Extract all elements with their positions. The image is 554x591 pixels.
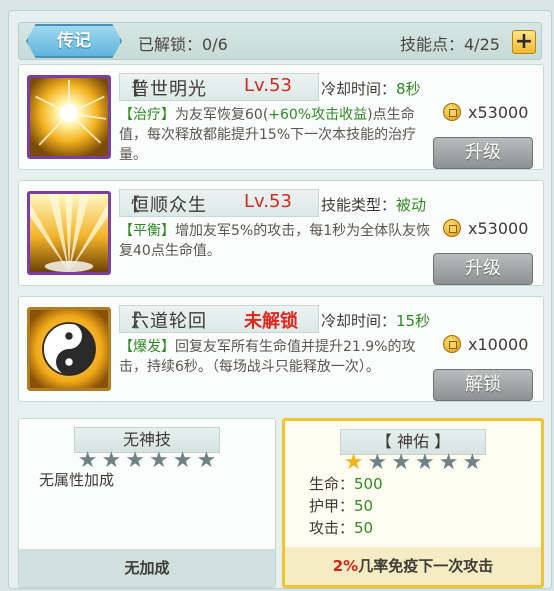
unlock-button[interactable]: 解锁 — [433, 369, 533, 401]
star-icon: ★ — [196, 448, 217, 473]
star-icon: ★ — [172, 448, 193, 473]
skill-type: 技能类型：被动 — [321, 196, 427, 214]
radiant-light-icon — [27, 75, 111, 159]
gold-coin-icon — [443, 335, 461, 353]
skill-card-2[interactable]: 【 恒顺众生 Lv.53 技能类型：被动 【平衡】增加友军5%的攻击，每1秒为全… — [18, 180, 544, 286]
star-rating: ★ ★ ★ ★ ★ ★ — [344, 451, 482, 475]
gold-coin-icon — [443, 103, 461, 121]
skill-name: 普世明光 — [131, 79, 207, 100]
star-icon: ★ — [125, 448, 145, 473]
upgrade-button[interactable]: 升级 — [433, 137, 533, 169]
skill-level: Lv.53 — [244, 191, 292, 212]
stat-hp: 生命：500 — [309, 475, 383, 493]
upgrade-button[interactable]: 升级 — [433, 253, 533, 285]
skill-description: 【治疗】为友军恢复60(+60%攻击收益)点生命值，每次释放都能提升15%下一次… — [119, 107, 417, 163]
divine-skill-panel-none[interactable]: 无神技 ★ ★ ★ ★ ★ ★ 无属性加成 无加成 — [18, 418, 276, 588]
panel-note: 无属性加成 — [39, 471, 115, 489]
star-icon: ★ — [343, 450, 364, 475]
upgrade-cost: x53000 — [468, 103, 529, 122]
skill-card-3[interactable]: 【 六道轮回 未解锁 冷却时间：15秒 【爆发】回复友军所有生命值并提升21.9… — [18, 296, 544, 402]
skill-description: 【爆发】回复友军所有生命值并提升21.9%的攻击，持续6秒。（每场战斗只能释放一… — [119, 339, 416, 375]
skill-card-1[interactable]: 【 普世明光 Lv.53 冷却时间：8秒 【治疗】为友军恢复60(+60%攻击收… — [18, 64, 544, 170]
panel-footer: 2%几率免疫下一次攻击 — [285, 547, 541, 585]
gold-coin-icon — [443, 219, 461, 237]
skill-cooldown: 冷却时间：8秒 — [321, 80, 421, 98]
star-icon: ★ — [462, 450, 483, 475]
star-icon: ★ — [149, 448, 169, 473]
divine-skill-panel-blessing[interactable]: 【 神佑 】 ★ ★ ★ ★ ★ ★ 生命：500 护甲：50 攻击：50 2%几率免疫下… — [282, 418, 544, 588]
unlocked-count: 已解锁：0/6 — [138, 35, 228, 54]
golden-rays-icon — [27, 191, 111, 275]
skill-points: 技能点：4/25 — [400, 35, 500, 54]
add-skill-points-button[interactable]: + — [512, 30, 536, 54]
unlock-cost: x10000 — [468, 335, 529, 354]
tab-biography[interactable]: 传记 — [26, 24, 122, 58]
skill-cooldown: 冷却时间：15秒 — [321, 312, 431, 330]
panel-footer: 无加成 — [19, 549, 275, 587]
skill-locked-status: 未解锁 — [244, 311, 298, 332]
stat-armor: 护甲：50 — [309, 497, 374, 515]
skill-description: 【平衡】增加友军5%的攻击，每1秒为全体队友恢复40点生命值。 — [119, 223, 431, 259]
upgrade-cost: x53000 — [468, 219, 529, 238]
star-icon: ★ — [415, 450, 435, 475]
skill-name: 六道轮回 — [131, 311, 207, 332]
yin-yang-icon — [27, 307, 111, 391]
stat-attack: 攻击：50 — [309, 519, 374, 537]
star-icon: ★ — [391, 450, 411, 475]
skill-level: Lv.53 — [244, 75, 292, 96]
star-icon: ★ — [367, 450, 388, 475]
star-icon: ★ — [438, 450, 459, 475]
skill-name: 恒顺众生 — [131, 195, 207, 216]
